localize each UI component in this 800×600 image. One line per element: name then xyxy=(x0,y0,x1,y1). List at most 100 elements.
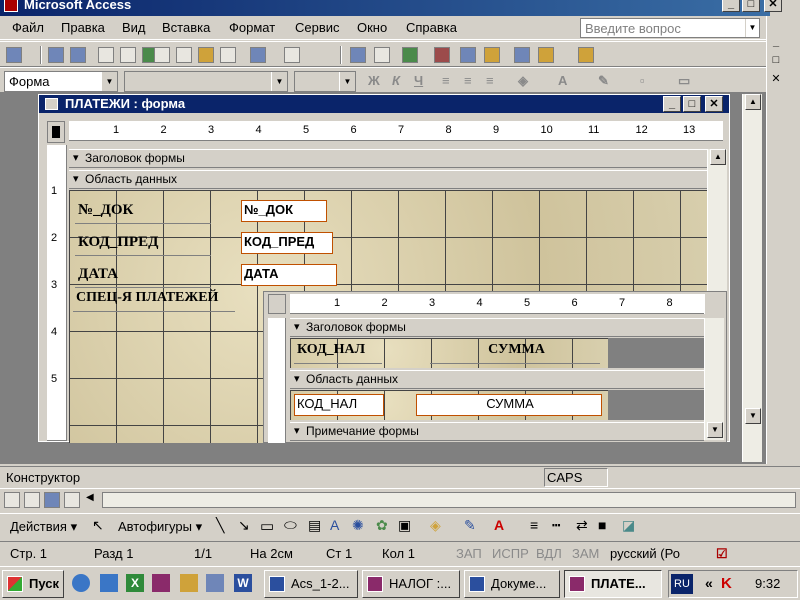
mdi-vertical-scrollbar[interactable]: ▲ ▼ xyxy=(742,94,762,462)
label-doc-number[interactable]: №_ДОК xyxy=(75,202,211,224)
bold-icon[interactable]: Ж xyxy=(368,73,380,88)
chevron-down-icon[interactable]: ▼ xyxy=(745,19,759,37)
border-width-icon[interactable]: ▫ xyxy=(640,73,645,88)
ie-icon[interactable] xyxy=(72,574,90,592)
drawing-actions-menu[interactable]: Действия ▾ xyxy=(10,519,77,535)
status-overtype[interactable]: ЗАМ xyxy=(572,546,599,561)
font-color-icon[interactable]: A xyxy=(558,73,567,88)
shadow-icon[interactable]: ■ xyxy=(598,517,606,533)
chevron-down-icon[interactable]: ▼ xyxy=(101,72,117,91)
arrow-style-icon[interactable]: ⇄ xyxy=(576,517,588,534)
menu-file[interactable]: Файл xyxy=(12,20,44,35)
folder-icon[interactable] xyxy=(180,574,198,592)
chevron-down-icon[interactable]: ▼ xyxy=(339,72,355,91)
subform-selector[interactable] xyxy=(268,294,286,314)
align-left-icon[interactable]: ≡ xyxy=(442,73,450,88)
label-date[interactable]: ДАТА xyxy=(75,266,211,288)
task-nalog[interactable]: НАЛОГ :... xyxy=(362,570,460,598)
outlook-icon[interactable] xyxy=(100,574,118,592)
oval-tool-icon[interactable]: ⬭ xyxy=(284,517,297,534)
3d-icon[interactable]: ◪ xyxy=(622,517,635,534)
subform-label-tax-code[interactable]: КОД_НАЛ xyxy=(294,342,382,364)
menu-view[interactable]: Вид xyxy=(122,20,146,35)
italic-icon[interactable]: К xyxy=(392,73,400,88)
subform-header-section[interactable]: Заголовок формы xyxy=(290,318,704,337)
menu-tools[interactable]: Сервис xyxy=(295,20,340,35)
line-style-icon[interactable]: ≡ xyxy=(530,517,538,533)
bg-minimize-icon[interactable]: _ xyxy=(769,36,783,50)
label-payments-spec[interactable]: СПЕЦ-Я ПЛАТЕЖЕЙ xyxy=(73,290,235,312)
menu-insert[interactable]: Вставка xyxy=(162,20,210,35)
label-company-code[interactable]: КОД_ПРЕД xyxy=(75,234,211,256)
autoshapes-menu[interactable]: Автофигуры ▾ xyxy=(118,519,202,535)
underline-icon[interactable]: Ч xyxy=(414,73,423,88)
undo-icon[interactable] xyxy=(250,47,266,63)
diagram-icon[interactable]: ✺ xyxy=(352,517,364,534)
toolbox-icon[interactable] xyxy=(374,47,390,63)
redo-icon[interactable] xyxy=(284,47,300,63)
arrow-tool-icon[interactable]: ↘ xyxy=(238,517,250,534)
save-icon[interactable] xyxy=(48,47,64,63)
scroll-up-icon[interactable]: ▲ xyxy=(745,94,761,110)
bg-restore-icon[interactable]: □ xyxy=(769,54,783,68)
dash-style-icon[interactable]: ┅ xyxy=(552,517,560,534)
word-icon[interactable]: W xyxy=(234,574,252,592)
tray-chevron-icon[interactable]: « xyxy=(705,575,713,591)
form-minimize-icon[interactable]: _ xyxy=(663,96,681,112)
scroll-up-icon[interactable]: ▲ xyxy=(710,149,726,165)
line-color-icon[interactable]: ✎ xyxy=(598,73,609,89)
menu-edit[interactable]: Правка xyxy=(61,20,105,35)
scroll-left-icon[interactable]: ◀ xyxy=(86,492,100,508)
font-size-select[interactable]: ▼ xyxy=(294,71,356,92)
task-payments[interactable]: ПЛАТЕ... xyxy=(564,570,662,598)
fill-color-icon[interactable]: ◈ xyxy=(430,517,441,534)
close-icon[interactable]: ✕ xyxy=(764,0,782,12)
form-maximize-icon[interactable]: □ xyxy=(683,96,701,112)
status-rec[interactable]: ЗАП xyxy=(456,546,482,561)
line-color-icon[interactable]: ✎ xyxy=(464,517,476,534)
print-layout-icon[interactable] xyxy=(44,492,60,508)
status-track[interactable]: ИСПР xyxy=(492,546,529,561)
new-object-icon[interactable] xyxy=(538,47,554,63)
menu-help[interactable]: Справка xyxy=(406,20,457,35)
antivirus-icon[interactable]: K xyxy=(721,575,732,592)
form-header-section[interactable]: Заголовок формы xyxy=(69,149,707,168)
office-assistant-icon[interactable] xyxy=(578,47,594,63)
field-date[interactable]: ДАТА xyxy=(241,264,337,286)
status-extend[interactable]: ВДЛ xyxy=(536,546,562,561)
rectangle-tool-icon[interactable]: ▭ xyxy=(260,517,274,535)
subform-label-amount[interactable]: СУММА xyxy=(430,342,600,364)
picture-icon[interactable]: ▣ xyxy=(398,517,411,534)
normal-view-icon[interactable] xyxy=(4,492,20,508)
subform-footer-section[interactable]: Примечание формы xyxy=(290,422,704,441)
form-close-icon[interactable]: ✕ xyxy=(705,96,723,112)
object-select[interactable]: Форма ▼ xyxy=(4,71,118,92)
copy-icon[interactable] xyxy=(176,47,192,63)
start-button[interactable]: Пуск xyxy=(2,570,64,598)
subform-header-grid[interactable]: КОД_НАЛ СУММА xyxy=(290,338,608,368)
subform-control[interactable]: 1 2 3 4 5 6 7 8 Заголовок формы КОД_НАЛ СУММА О… xyxy=(263,291,727,444)
format-painter-icon[interactable] xyxy=(220,47,236,63)
special-effect-icon[interactable]: ▭ xyxy=(678,73,690,89)
autoformat-icon[interactable] xyxy=(402,47,418,63)
field-doc-number[interactable]: №_ДОК xyxy=(241,200,327,222)
web-view-icon[interactable] xyxy=(24,492,40,508)
form-selector[interactable] xyxy=(47,121,65,143)
chevron-down-icon[interactable]: ▼ xyxy=(271,72,287,91)
bg-close-icon[interactable]: ✕ xyxy=(769,72,783,86)
spelling-status-icon[interactable]: ☑ xyxy=(716,546,728,562)
language-indicator[interactable]: RU xyxy=(671,574,693,594)
align-center-icon[interactable]: ≡ xyxy=(464,73,472,88)
paste-icon[interactable] xyxy=(198,47,214,63)
minimize-icon[interactable]: _ xyxy=(722,0,740,12)
build-icon[interactable] xyxy=(484,47,500,63)
task-acs[interactable]: Acs_1-2... xyxy=(264,570,358,598)
outline-view-icon[interactable] xyxy=(64,492,80,508)
desktop-icon[interactable] xyxy=(206,574,224,592)
maximize-icon[interactable]: □ xyxy=(742,0,760,12)
task-document[interactable]: Докуме... xyxy=(464,570,560,598)
field-company-code[interactable]: КОД_ПРЕД xyxy=(241,232,333,254)
subform-vertical-scrollbar[interactable]: ▼ xyxy=(704,318,724,440)
field-list-icon[interactable] xyxy=(350,47,366,63)
scroll-down-icon[interactable]: ▼ xyxy=(745,408,761,424)
